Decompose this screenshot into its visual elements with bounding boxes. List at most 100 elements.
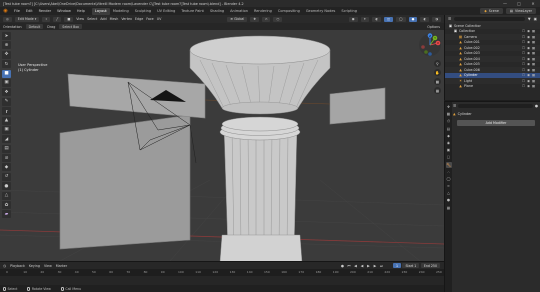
render-camera-icon[interactable]: ▩ xyxy=(531,84,536,88)
workspace-tab-uv-editing[interactable]: UV Editing xyxy=(154,8,178,15)
play-button[interactable]: ▶ xyxy=(366,263,371,268)
select-box-tool[interactable]: ■ xyxy=(2,69,11,78)
pin-icon[interactable]: ● xyxy=(535,104,538,108)
view-layer-selector[interactable]: ▤ ViewLayer xyxy=(505,8,536,14)
cursor-tool[interactable]: ⊕ xyxy=(2,41,11,50)
viewport-menu-edge[interactable]: Edge xyxy=(135,17,143,21)
record-button[interactable]: ● xyxy=(340,263,345,268)
spin-tool[interactable]: ↺ xyxy=(2,172,11,181)
jump-end-button[interactable]: ⏭ xyxy=(379,263,384,268)
viewport-menu-face[interactable]: Face xyxy=(146,17,153,21)
tab-output[interactable]: ⎙ xyxy=(446,118,452,124)
xray-toggle[interactable]: ◫ xyxy=(384,16,394,22)
play-reverse-button[interactable]: ◀ xyxy=(359,263,364,268)
poly-build-tool[interactable]: ◆ xyxy=(2,163,11,172)
workspace-tab-scripting[interactable]: Scripting xyxy=(338,8,360,15)
tab-tool[interactable]: ❖ xyxy=(446,104,452,110)
add-modifier-button[interactable]: Add Modifier xyxy=(457,120,535,126)
outliner-search-input[interactable] xyxy=(454,16,525,22)
tab-data[interactable]: △ xyxy=(446,190,452,196)
measure-tool[interactable]: ┎ xyxy=(2,107,11,116)
edge-slide-tool[interactable]: △ xyxy=(2,191,11,200)
timeline-menu-marker[interactable]: Marker xyxy=(56,264,67,268)
move-tool[interactable]: ✥ xyxy=(2,50,11,59)
pan-button[interactable]: ✋ xyxy=(434,69,441,76)
menu-window[interactable]: Window xyxy=(54,9,74,13)
editor-type-button[interactable]: ◎ xyxy=(3,16,12,22)
mode-selector[interactable]: Edit Mode ▾ xyxy=(14,16,40,22)
shading-material[interactable]: ◐ xyxy=(420,16,430,22)
tab-modifiers[interactable]: 🔧︎ xyxy=(445,161,452,168)
tab-render[interactable]: ▩ xyxy=(446,111,452,117)
options-menu[interactable]: Options xyxy=(427,25,440,29)
workspace-tab-layout[interactable]: Layout xyxy=(91,7,110,15)
workspace-tab-sculpting[interactable]: Sculpting xyxy=(132,8,154,15)
tab-view-layer[interactable]: ▤ xyxy=(446,126,452,132)
viewport-menu-mesh[interactable]: Mesh xyxy=(110,17,119,21)
outliner-row[interactable]: ▲ Plane ☐ ◉ ▩ xyxy=(445,84,540,90)
timeline-menu-keying[interactable]: Keying xyxy=(29,264,40,268)
render-camera-icon[interactable]: ▩ xyxy=(531,73,536,77)
current-frame-field[interactable]: 1 xyxy=(392,263,401,268)
scale-tool[interactable]: ▣ xyxy=(2,78,11,87)
workspace-tab-rendering[interactable]: Rendering xyxy=(251,8,275,15)
render-camera-icon[interactable]: ▩ xyxy=(531,57,536,61)
new-collection-icon[interactable]: ▣ xyxy=(534,17,537,21)
tweak-tool[interactable]: ➤ xyxy=(2,32,11,40)
prev-keyframe-button[interactable]: ◀ xyxy=(353,263,358,268)
viewport-menu-select[interactable]: Select xyxy=(87,17,97,21)
menu-help[interactable]: Help xyxy=(74,9,88,13)
inset-tool[interactable]: ▣ xyxy=(2,125,11,134)
transform-orientation-selector[interactable]: ⊕ Global xyxy=(227,16,248,22)
blender-logo-icon[interactable]: ◉ xyxy=(2,8,9,14)
close-button[interactable]: ✕ xyxy=(526,0,540,7)
workspace-tab-texture-paint[interactable]: Texture Paint xyxy=(178,8,207,15)
visibility-button[interactable]: ◉ xyxy=(348,16,358,22)
viewport-menu-view[interactable]: View xyxy=(76,17,84,21)
orientation-selector[interactable]: Default xyxy=(25,24,44,29)
navigation-gizmo[interactable]: X Y Z xyxy=(418,33,442,57)
scene-selector[interactable]: ◆ Scene xyxy=(480,8,503,14)
start-frame-field[interactable]: Start 1 xyxy=(402,263,420,268)
filter-icon[interactable]: ▼ xyxy=(528,17,531,21)
render-camera-icon[interactable]: ▩ xyxy=(531,40,536,44)
gizmo-toggle[interactable]: ✦ xyxy=(360,16,370,22)
tab-particles[interactable]: ∴ xyxy=(446,169,452,175)
render-camera-icon[interactable]: ▩ xyxy=(531,79,536,83)
overlay-toggle[interactable]: ◐ xyxy=(372,16,382,22)
extrude-tool[interactable]: ▲ xyxy=(2,116,11,125)
workspace-tab-animation[interactable]: Animation xyxy=(227,8,251,15)
transform-tool[interactable]: ❖ xyxy=(2,88,11,97)
timeline-menu-playback[interactable]: Playback xyxy=(10,264,25,268)
properties-search-input[interactable] xyxy=(458,103,533,109)
outliner-editor-icon[interactable]: ☰ xyxy=(448,17,451,21)
shading-rendered[interactable]: ◑ xyxy=(432,16,441,22)
menu-render[interactable]: Render xyxy=(36,9,54,13)
camera-view-button[interactable]: ▩ xyxy=(434,78,441,85)
timeline-ruler[interactable]: 0 10 20 30 40 50 60 70 80 90 100 110 120 130 140 150 160… xyxy=(0,269,444,276)
render-camera-icon[interactable]: ▩ xyxy=(531,62,536,66)
jump-start-button[interactable]: ⏮ xyxy=(346,263,351,268)
tab-collection[interactable]: ▣ xyxy=(446,147,452,153)
render-camera-icon[interactable]: ▩ xyxy=(531,51,536,55)
workspace-tab-shading[interactable]: Shading xyxy=(207,8,227,15)
render-camera-icon[interactable]: ▩ xyxy=(531,29,536,33)
render-camera-icon[interactable]: ▩ xyxy=(531,46,536,50)
workspace-tab-geometry-nodes[interactable]: Geometry Nodes xyxy=(303,8,339,15)
3d-viewport[interactable]: User Perspective (1) Cylinder xyxy=(0,30,444,261)
viewport-menu-uv[interactable]: UV xyxy=(157,17,162,21)
properties-editor-icon[interactable]: ☰ xyxy=(453,104,456,108)
annotate-tool[interactable]: ✎ xyxy=(2,97,11,106)
tab-material[interactable]: ● xyxy=(446,197,452,203)
end-frame-field[interactable]: End 250 xyxy=(420,263,440,268)
shading-solid[interactable]: ● xyxy=(408,16,418,22)
minimize-button[interactable]: — xyxy=(498,0,512,7)
tab-world[interactable]: ◉ xyxy=(446,140,452,146)
menu-file[interactable]: File xyxy=(11,9,23,13)
next-keyframe-button[interactable]: ▶ xyxy=(372,263,377,268)
shrink-fatten-tool[interactable]: ✿ xyxy=(2,201,11,210)
tab-constraints[interactable]: ∞ xyxy=(446,183,452,189)
tab-scene[interactable]: ◆ xyxy=(446,133,452,139)
maximize-button[interactable]: □ xyxy=(512,0,526,7)
viewport-menu-add[interactable]: Add xyxy=(100,17,106,21)
